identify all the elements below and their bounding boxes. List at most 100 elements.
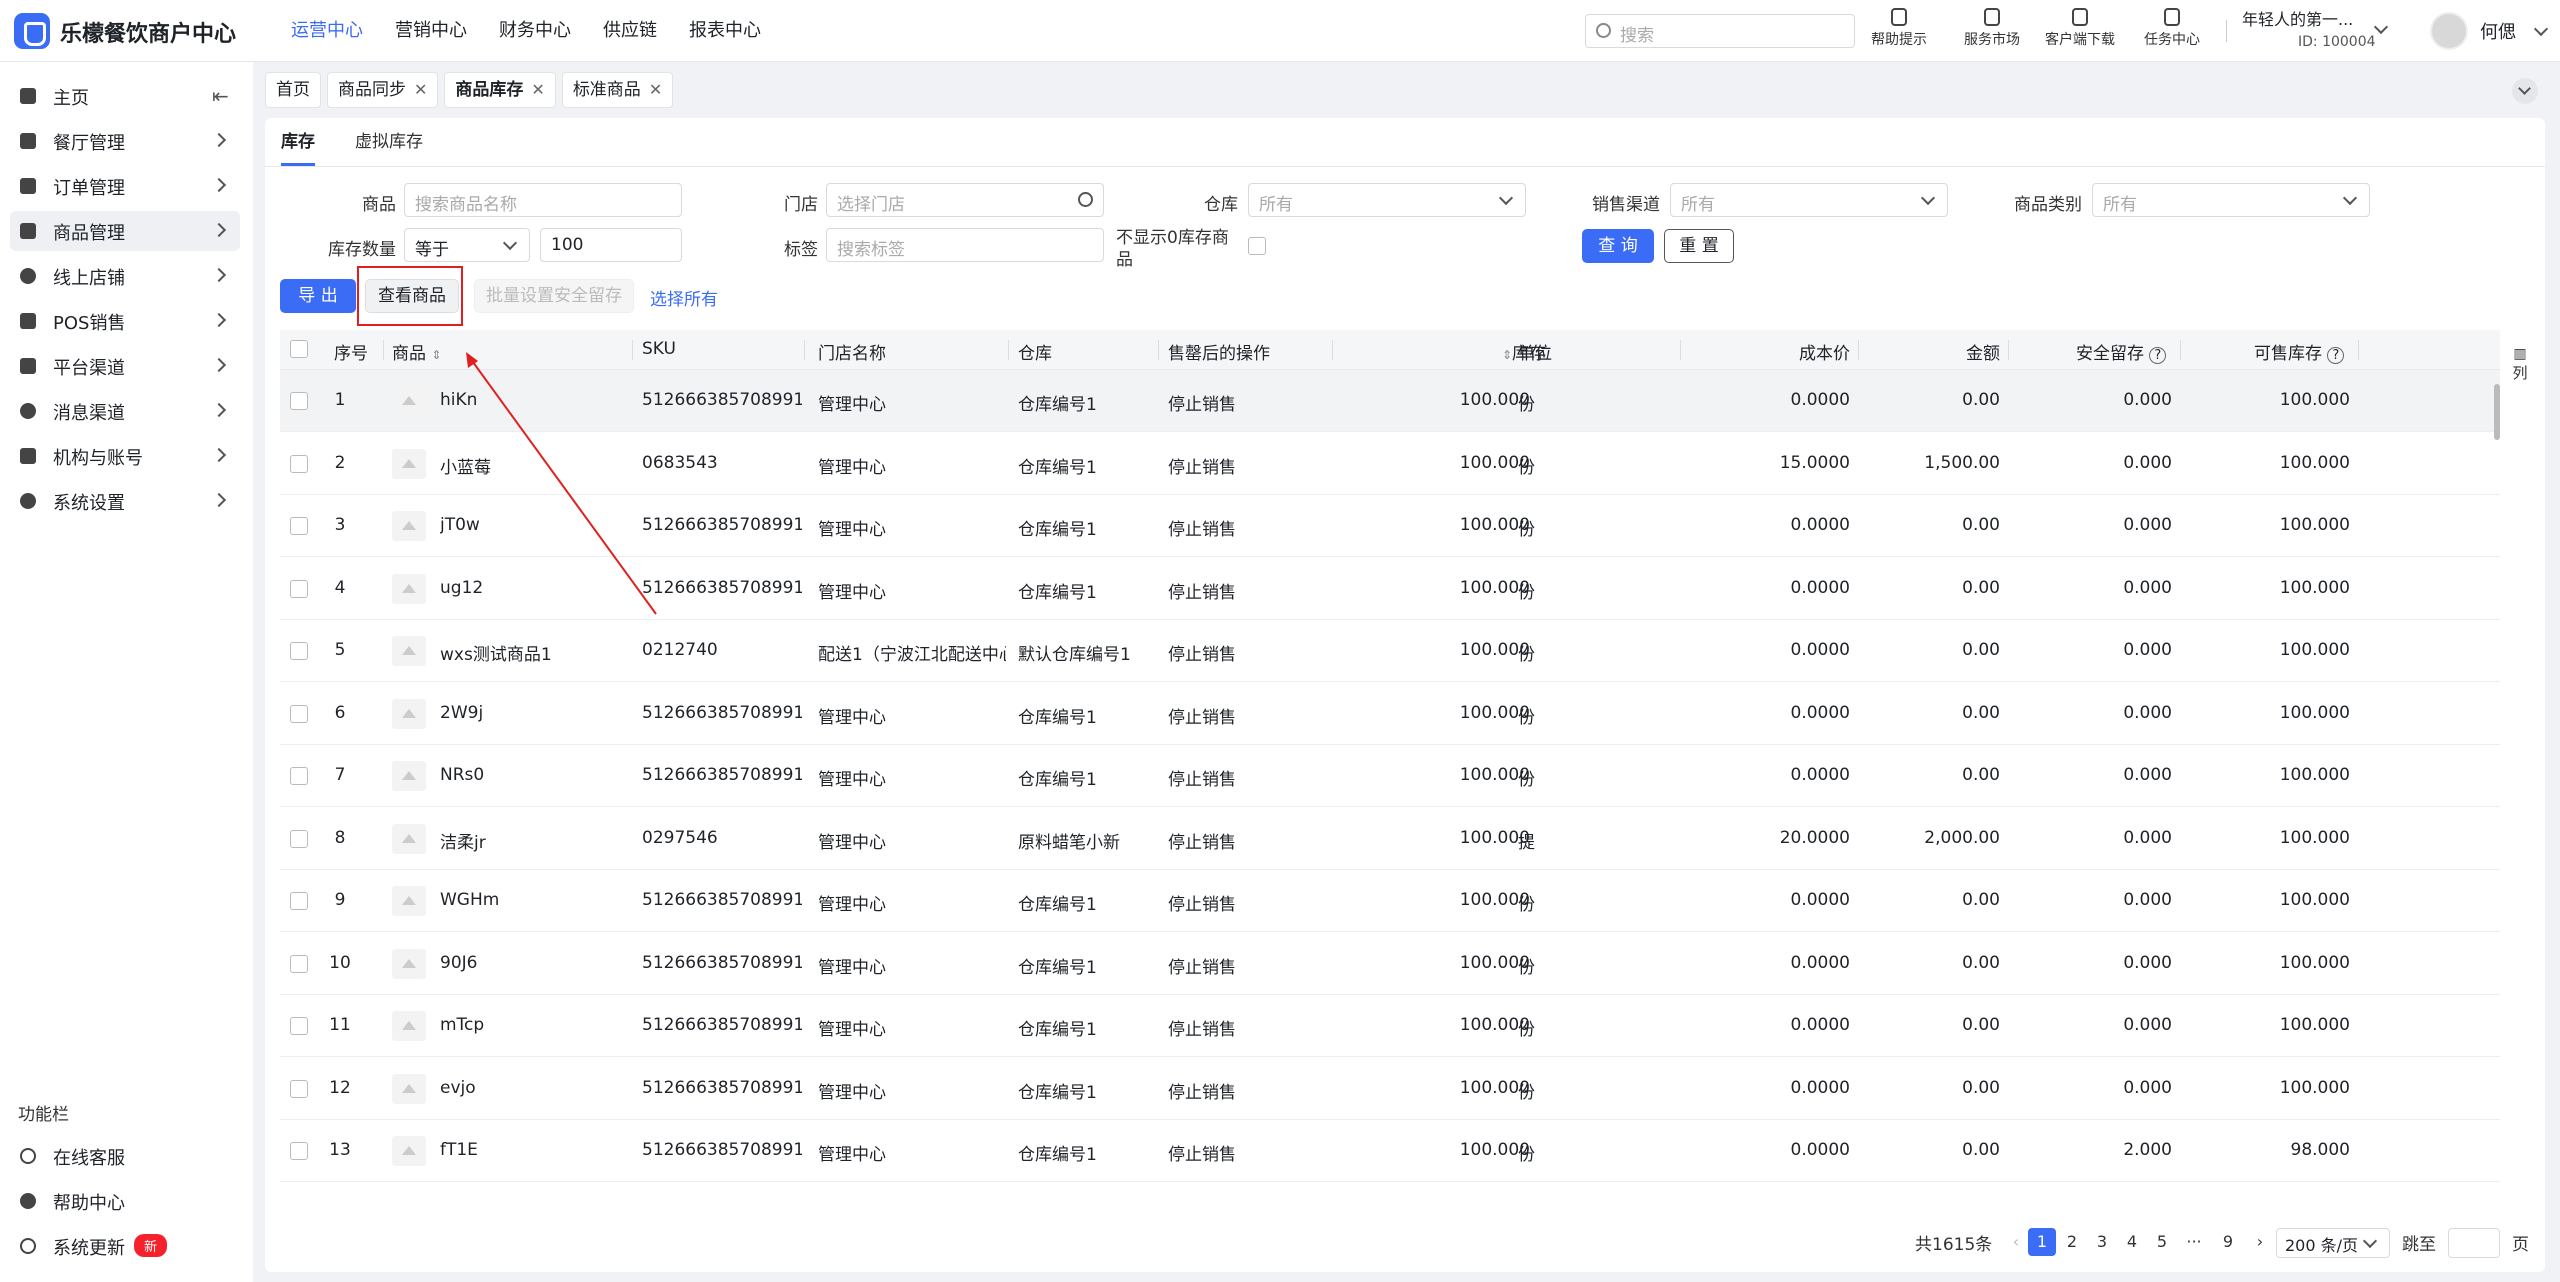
help-center-item[interactable]: 帮助中心 [10,1181,240,1221]
tab-goods-sync[interactable]: 商品同步 ✕ [327,72,439,108]
tab-standard-goods[interactable]: 标准商品 ✕ [561,72,674,108]
subtab-virtual-inventory[interactable]: 虚拟库存 [355,118,423,166]
sidebar-item-orders[interactable]: 订单管理 [10,166,240,206]
question-icon[interactable]: ? [2327,347,2345,364]
query-button[interactable]: 查 询 [1582,229,1654,263]
qty-value-input[interactable]: 100 [540,228,682,262]
close-icon[interactable]: ✕ [414,73,427,107]
row-checkbox[interactable] [290,954,308,973]
page-size-select[interactable]: 200 条/页 [2276,1228,2390,1258]
prev-page-button[interactable]: ‹ [2002,1228,2030,1256]
row-checkbox[interactable] [290,767,308,785]
sidebar-item-message[interactable]: 消息渠道 [10,391,240,431]
table-row[interactable]: 2 小蓝莓 0683543 管理中心 仓库编号1 停止销售 100.000 份 15.0000 1… [280,433,2500,495]
org-name[interactable]: 年轻人的第一... [2242,6,2353,30]
export-button[interactable]: 导 出 [280,279,356,313]
warehouse-select[interactable]: 所有 [1248,183,1526,217]
table-row[interactable]: 10 90J6 5126663857089919 管理中心 仓库编号1 停止销售 100.0… [280,933,2500,995]
row-checkbox[interactable] [290,517,308,535]
row-checkbox[interactable] [290,392,308,410]
row-checkbox[interactable] [290,704,308,723]
table-row[interactable]: 5 wxs测试商品1 0212740 配送1（宁波江北配送中心 默认仓库编号1 停止销售 1… [280,620,2500,682]
table-row[interactable]: 9 WGHm 5126663857089919 管理中心 仓库编号1 停止销售 100.00… [280,870,2500,932]
system-update-item[interactable]: 系统更新新 [10,1226,240,1266]
select-all-link[interactable]: 选择所有 [650,285,718,310]
table-scrollbar[interactable] [2494,384,2500,440]
table-row[interactable]: 3 jT0w 5126663857089919 管理中心 仓库编号1 停止销售 100.00… [280,495,2500,557]
page-number-button[interactable]: ··· [2180,1228,2208,1256]
row-checkbox[interactable] [290,1017,308,1035]
select-all-checkbox[interactable] [290,340,308,358]
sidebar-item-goods[interactable]: 商品管理 [10,211,240,251]
row-checkbox[interactable] [290,579,308,598]
chevron-down-icon[interactable] [2373,19,2389,35]
close-icon[interactable]: ✕ [649,73,662,107]
chevron-down-icon[interactable] [2533,21,2549,37]
row-checkbox[interactable] [290,1079,308,1098]
cell-sku: 5126663857089919 [642,1077,802,1098]
sidebar-item-home[interactable]: 主页 [10,76,240,116]
table-row[interactable]: 12 evjo 5126663857089919 管理中心 仓库编号1 停止销售 100.0… [280,1058,2500,1120]
tabs-dropdown-button[interactable] [2512,78,2538,104]
store-select[interactable]: 选择门店 [826,183,1104,217]
topnav-reports[interactable]: 报表中心 [673,0,777,62]
user-name[interactable]: 何偲 [2480,18,2516,44]
subtab-inventory[interactable]: 库存 [281,118,315,166]
page-number-button[interactable]: 3 [2088,1228,2116,1256]
global-search-input[interactable]: 搜索 [1585,14,1855,48]
row-checkbox[interactable] [290,454,308,473]
column-settings-button[interactable]: ▥ 列 [2510,344,2530,383]
message-icon [20,403,36,419]
page-number-button[interactable]: 2 [2058,1228,2086,1256]
table-row[interactable]: 1 hiKn 5126663857089919 管理中心 仓库编号1 停止销售 100.00… [280,370,2500,432]
qty-operator-select[interactable]: 等于 [404,228,530,262]
sidebar-item-settings[interactable]: 系统设置 [10,481,240,521]
task-center-button[interactable]: 任务中心 [2136,8,2208,49]
row-checkbox[interactable] [290,642,308,660]
next-page-button[interactable]: › [2246,1228,2274,1256]
cell-safe-stock: 0.000 [2123,1077,2172,1098]
page-number-button[interactable]: 1 [2028,1228,2056,1256]
hide-zero-checkbox[interactable] [1248,237,1266,255]
col-product[interactable]: 商品 ⇕ [392,339,441,364]
product-search-input[interactable]: 搜索商品名称 [404,183,682,217]
sidebar-item-restaurant[interactable]: 餐厅管理 [10,121,240,161]
topnav-finance[interactable]: 财务中心 [483,0,587,62]
row-checkbox[interactable] [290,829,308,848]
close-icon[interactable]: ✕ [531,73,544,107]
table-row[interactable]: 4 ug12 5126663857089919 管理中心 仓库编号1 停止销售 100.00… [280,558,2500,620]
client-download-button[interactable]: 客户端下载 [2040,8,2120,49]
tag-search-input[interactable]: 搜索标签 [826,228,1104,262]
table-row[interactable]: 8 洁柔jr 0297546 管理中心 原料蜡笔小新 停止销售 100.000 提 20.000… [280,808,2500,870]
page-number-button[interactable]: 4 [2118,1228,2146,1256]
sidebar-item-pos[interactable]: POS销售 [10,301,240,341]
row-checkbox[interactable] [290,892,308,910]
service-market-button[interactable]: 服务市场 [1956,8,2028,49]
question-icon[interactable]: ? [2149,347,2167,364]
sidebar-item-platform[interactable]: 平台渠道 [10,346,240,386]
batch-safe-stock-button[interactable]: 批量设置安全留存 [474,279,634,313]
category-select[interactable]: 所有 [2092,183,2370,217]
page-number-button[interactable]: 9 [2214,1228,2242,1256]
goto-page-input[interactable] [2448,1228,2500,1258]
topnav-operation[interactable]: 运营中心 [275,0,379,62]
channel-select[interactable]: 所有 [1670,183,1948,217]
product-label: 商品 [362,195,396,215]
topnav-marketing[interactable]: 营销中心 [379,0,483,62]
table-row[interactable]: 11 mTcp 5126663857089919 管理中心 仓库编号1 停止销售 100.0… [280,995,2500,1057]
table-row[interactable]: 6 2W9j 5126663857089919 管理中心 仓库编号1 停止销售 100.00… [280,683,2500,745]
tab-home[interactable]: 首页 [265,72,321,108]
page-number-button[interactable]: 5 [2148,1228,2176,1256]
sidebar-item-accounts[interactable]: 机构与账号 [10,436,240,476]
tab-goods-inventory[interactable]: 商品库存 ✕ [444,72,556,108]
divider [1858,340,1859,360]
row-checkbox[interactable] [290,1142,308,1160]
help-tips-button[interactable]: 帮助提示 [1868,8,1930,49]
topnav-supply[interactable]: 供应链 [587,0,673,62]
table-row[interactable]: 7 NRs0 5126663857089919 管理中心 仓库编号1 停止销售 100.00… [280,745,2500,807]
reset-button[interactable]: 重 置 [1664,229,1734,263]
sidebar-item-online-store[interactable]: 线上店铺 [10,256,240,296]
avatar[interactable] [2430,12,2468,50]
table-row[interactable]: 13 fT1E 5126663857089919 管理中心 仓库编号1 停止销售 100.0… [280,1120,2500,1182]
online-service-item[interactable]: 在线客服 [10,1136,240,1176]
